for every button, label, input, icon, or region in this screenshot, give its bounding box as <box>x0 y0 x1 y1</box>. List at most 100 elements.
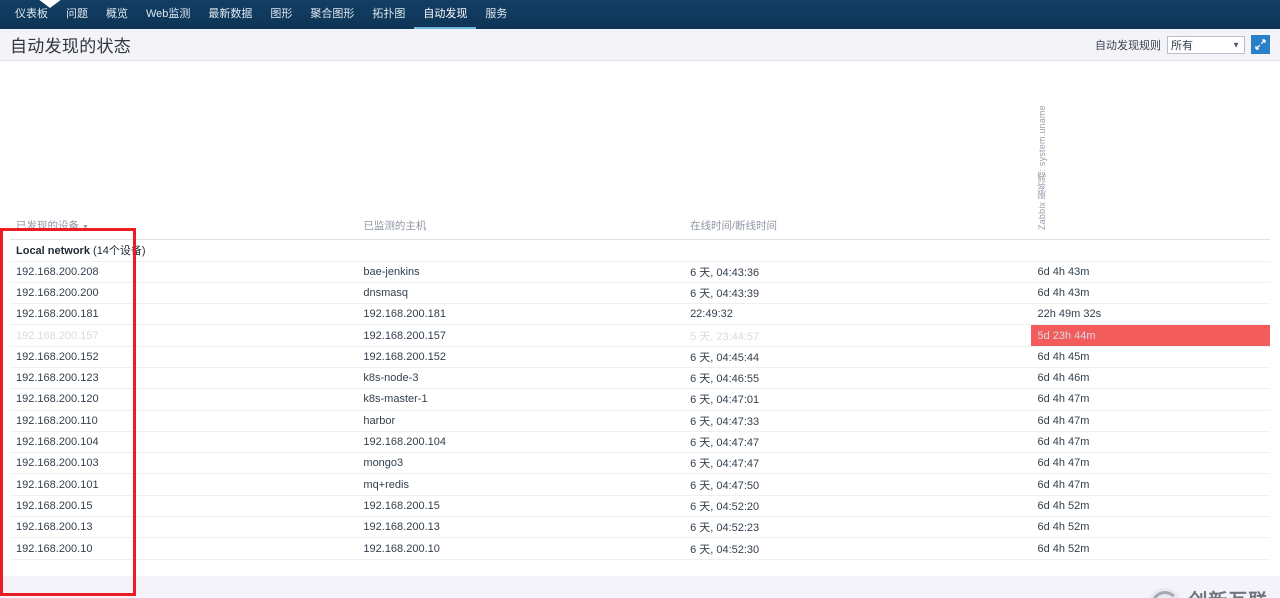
cell-discovered-device[interactable]: 192.168.200.101 <box>10 473 358 496</box>
cell-monitored-host[interactable]: 192.168.200.104 <box>357 431 685 454</box>
table-row[interactable]: 192.168.200.152 192.168.200.152 6 天, 04:… <box>10 346 1270 368</box>
cell-uptime: 6 天, 04:52:23 <box>684 516 1032 539</box>
discovery-status-table: 已发现的设备 ▼ 已监测的主机 在线时间/断线时间 Zabbix 服务器: sys… <box>10 61 1270 560</box>
page-header: 自动发现的状态 自动发现规则 所有 ▼ <box>0 29 1280 61</box>
cell-service-duration: 6d 4h 47m <box>1031 431 1270 454</box>
cell-discovered-device[interactable]: 192.168.200.152 <box>10 346 358 368</box>
app-root: 仪表板 问题 概览 Web监测 最新数据 图形 聚合图形 拓扑图 自动发现 服务… <box>0 0 1280 598</box>
cell-monitored-host[interactable]: 192.168.200.10 <box>357 537 685 560</box>
cell-monitored-host[interactable]: k8s-master-1 <box>357 388 685 411</box>
cell-discovered-device[interactable]: 192.168.200.123 <box>10 367 358 390</box>
cell-uptime: 6 天, 04:43:39 <box>684 282 1032 305</box>
cell-uptime: 22:49:32 <box>684 303 1032 326</box>
cell-monitored-host[interactable]: harbor <box>357 410 685 432</box>
cell-discovered-device[interactable]: 192.168.200.103 <box>10 452 358 475</box>
cell-discovered-device[interactable]: 192.168.200.104 <box>10 431 358 454</box>
cell-discovered-device[interactable]: 192.168.200.200 <box>10 282 358 305</box>
cell-monitored-host[interactable]: k8s-node-3 <box>357 367 685 390</box>
cell-uptime: 6 天, 04:47:47 <box>684 452 1032 475</box>
cell-discovered-device[interactable]: 192.168.200.120 <box>10 388 358 411</box>
group-cell: Local network (14个设备) <box>10 239 1270 262</box>
nav-label: 自动发现 <box>423 8 468 20</box>
nav-item-services[interactable]: 服务 <box>476 9 516 29</box>
fullscreen-button[interactable] <box>1251 35 1270 54</box>
cell-uptime: 5 天, 23:44:57 <box>684 324 1032 347</box>
cell-monitored-host[interactable]: 192.168.200.157 <box>357 324 685 347</box>
nav-item-graphs[interactable]: 图形 <box>261 9 301 29</box>
nav-item-latest-data[interactable]: 最新数据 <box>199 9 261 29</box>
column-header-service-check: Zabbix 服务器: system.uname <box>1031 61 1270 240</box>
cell-uptime: 6 天, 04:47:33 <box>684 410 1032 432</box>
table-row[interactable]: 192.168.200.181 192.168.200.181 22:49:32… <box>10 303 1270 326</box>
cell-monitored-host[interactable]: 192.168.200.181 <box>357 303 685 326</box>
table-row[interactable]: 192.168.200.157 192.168.200.157 5 天, 23:… <box>10 324 1270 347</box>
discovery-rule-label: 自动发现规则 <box>1095 39 1161 52</box>
nav-item-screens[interactable]: 聚合图形 <box>301 9 363 29</box>
nav-item-web-monitoring[interactable]: Web监测 <box>137 9 199 29</box>
table-row[interactable]: 192.168.200.123 k8s-node-3 6 天, 04:46:55… <box>10 367 1270 390</box>
cell-service-duration: 6d 4h 47m <box>1031 388 1270 411</box>
nav-item-dashboard[interactable]: 仪表板 <box>6 9 57 29</box>
cell-discovered-device[interactable]: 192.168.200.10 <box>10 537 358 560</box>
nav-item-problems[interactable]: 问题 <box>57 9 97 29</box>
column-header-label: 已发现的设备 <box>16 219 79 232</box>
nav-label: 拓扑图 <box>372 8 406 20</box>
nav-label: 最新数据 <box>208 8 253 20</box>
cell-service-duration: 6d 4h 46m <box>1031 367 1270 390</box>
cell-uptime: 6 天, 04:43:36 <box>684 261 1032 283</box>
cell-discovered-device[interactable]: 192.168.200.13 <box>10 516 358 539</box>
cell-service-duration: 6d 4h 47m <box>1031 410 1270 432</box>
table-row[interactable]: 192.168.200.200 dnsmasq 6 天, 04:43:39 6d… <box>10 282 1270 305</box>
nav-label: 概览 <box>106 8 128 20</box>
nav-item-discovery[interactable]: 自动发现 <box>414 8 477 29</box>
table-row[interactable]: 192.168.200.103 mongo3 6 天, 04:47:47 6d … <box>10 452 1270 475</box>
cell-service-duration: 6d 4h 47m <box>1031 473 1270 496</box>
table-group-row: Local network (14个设备) <box>10 239 1270 262</box>
group-name: Local network <box>16 245 90 257</box>
expand-icon <box>1255 39 1266 50</box>
cell-discovered-device[interactable]: 192.168.200.157 <box>10 324 358 347</box>
table-row[interactable]: 192.168.200.208 bae-jenkins 6 天, 04:43:3… <box>10 261 1270 283</box>
nav-active-notch-icon <box>38 0 62 8</box>
watermark-text: 创新互联 CHUANGXIN INTERNET <box>1188 592 1272 598</box>
table-row[interactable]: 192.168.200.104 192.168.200.104 6 天, 04:… <box>10 431 1270 454</box>
column-header-vertical-label: Zabbix 服务器: system.uname <box>1037 104 1048 230</box>
cell-discovered-device[interactable]: 192.168.200.110 <box>10 410 358 432</box>
table-row[interactable]: 192.168.200.110 harbor 6 天, 04:47:33 6d … <box>10 410 1270 432</box>
cell-service-duration: 6d 4h 47m <box>1031 452 1270 475</box>
table-head: 已发现的设备 ▼ 已监测的主机 在线时间/断线时间 Zabbix 服务器: sys… <box>10 61 1270 240</box>
cell-monitored-host[interactable]: 192.168.200.15 <box>357 495 685 518</box>
column-header-monitored-host: 已监测的主机 <box>357 61 685 240</box>
main-navigation: 仪表板 问题 概览 Web监测 最新数据 图形 聚合图形 拓扑图 自动发现 服务 <box>0 0 1280 29</box>
watermark-brand-cn: 创新互联 <box>1188 592 1272 598</box>
cell-uptime: 6 天, 04:47:01 <box>684 388 1032 411</box>
cell-discovered-device[interactable]: 192.168.200.181 <box>10 303 358 326</box>
cell-monitored-host[interactable]: 192.168.200.152 <box>357 346 685 368</box>
nav-item-overview[interactable]: 概览 <box>97 9 137 29</box>
cell-monitored-host[interactable]: mongo3 <box>357 452 685 475</box>
nav-label: Web监测 <box>146 8 191 20</box>
discovery-rule-selected-value: 所有 <box>1171 39 1193 52</box>
nav-item-maps[interactable]: 拓扑图 <box>363 9 414 29</box>
cell-monitored-host[interactable]: mq+redis <box>357 473 685 496</box>
cell-monitored-host[interactable]: bae-jenkins <box>357 261 685 283</box>
cell-discovered-device[interactable]: 192.168.200.208 <box>10 261 358 283</box>
table-row[interactable]: 192.168.200.15 192.168.200.15 6 天, 04:52… <box>10 495 1270 518</box>
table-row[interactable]: 192.168.200.10 192.168.200.10 6 天, 04:52… <box>10 537 1270 560</box>
cell-monitored-host[interactable]: dnsmasq <box>357 282 685 305</box>
table-row[interactable]: 192.168.200.101 mq+redis 6 天, 04:47:50 6… <box>10 473 1270 496</box>
cell-monitored-host[interactable]: 192.168.200.13 <box>357 516 685 539</box>
cell-service-duration: 6d 4h 43m <box>1031 282 1270 305</box>
cell-discovered-device[interactable]: 192.168.200.15 <box>10 495 358 518</box>
group-device-count: (14个设备) <box>93 245 146 257</box>
nav-label: 图形 <box>270 8 293 20</box>
column-header-discovered-device[interactable]: 已发现的设备 ▼ <box>10 61 358 240</box>
table-row[interactable]: 192.168.200.120 k8s-master-1 6 天, 04:47:… <box>10 388 1270 411</box>
watermark: X 创新互联 CHUANGXIN INTERNET <box>1148 588 1272 598</box>
table-row[interactable]: 192.168.200.13 192.168.200.13 6 天, 04:52… <box>10 516 1270 539</box>
nav-label: 问题 <box>66 8 88 20</box>
header-controls: 自动发现规则 所有 ▼ <box>1095 35 1270 54</box>
cell-uptime: 6 天, 04:52:20 <box>684 495 1032 518</box>
discovery-rule-select[interactable]: 所有 ▼ <box>1167 35 1245 54</box>
cell-service-duration: 5d 23h 44m <box>1031 324 1270 347</box>
